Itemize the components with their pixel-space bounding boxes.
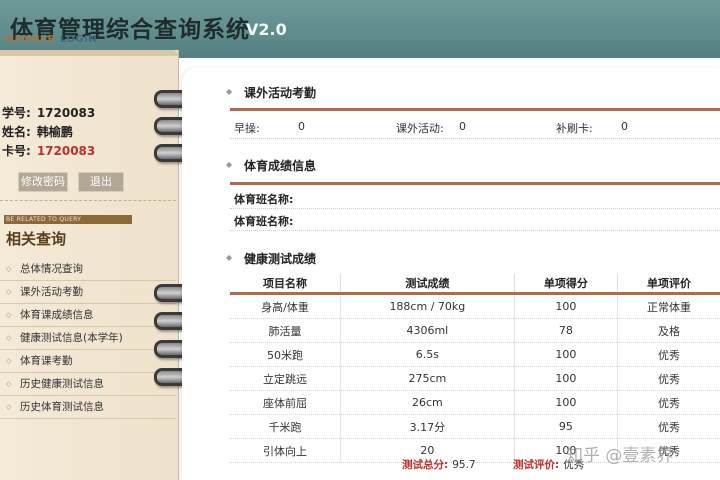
test-total-label: 测试总分: (402, 459, 449, 471)
card-value: 1720083 (36, 144, 96, 158)
nav-item-pe-attendance[interactable]: 体育课考勤 (0, 350, 176, 373)
cell-result: 6.5s (340, 342, 515, 367)
col-item-name: 项目名称 (230, 274, 342, 295)
cell-item: 千米跑 (230, 414, 342, 439)
related-query-nav: 总体情况查询 课外活动考勤 体育课成绩信息 健康测试信息(本学年) 体育课考勤 … (0, 258, 176, 419)
cell-score: 78 (514, 318, 619, 343)
cell-score: 100 (514, 390, 619, 415)
cell-item: 肺活量 (230, 318, 342, 343)
name-row: 姓名: 韩榆鹏 (2, 123, 73, 140)
pe-grades-section-title: 体育成绩信息 (244, 159, 317, 173)
pe-grades-section-line (230, 182, 720, 185)
cell-score: 100 (514, 366, 619, 391)
attendance-section-line (230, 108, 720, 111)
cell-eval: 优秀 (617, 366, 720, 391)
change-password-button[interactable]: 修改密码 (18, 172, 68, 192)
health-test-table: 项目名称 测试成绩 单项得分 单项评价 身高/体重 188cm / 70kg 1… (230, 274, 720, 463)
pe-class-divider (230, 230, 720, 231)
section-bullet-icon: ◆ (226, 160, 233, 169)
cell-item: 立定跳远 (230, 366, 342, 391)
cell-eval: 及格 (617, 318, 720, 343)
test-total-value: 95.7 (452, 459, 476, 471)
related-query-bar: BE RELATED TO QUERY (4, 215, 132, 224)
nav-item-pe-grades[interactable]: 体育课成绩信息 (0, 304, 176, 327)
morning-value: 0 (298, 120, 305, 133)
test-total-summary: 测试总分: 95.7 (402, 457, 476, 472)
nav-item-history-health[interactable]: 历史健康测试信息 (0, 373, 176, 396)
cell-eval: 优秀 (617, 390, 720, 415)
section-bullet-icon: ◆ (226, 253, 233, 262)
cell-result: 275cm (340, 366, 515, 391)
card-label: 卡号: (2, 144, 31, 158)
table-row: 立定跳远 275cm 100 优秀 (230, 366, 720, 391)
table-row: 千米跑 3.17分 95 优秀 (230, 414, 720, 439)
table-row: 肺活量 4306ml 78 及格 (230, 318, 720, 343)
cell-item: 身高/体重 (230, 293, 342, 319)
pe-class-label: 体育班名称: (234, 193, 294, 206)
makeup-label: 补刷卡: (556, 122, 593, 135)
member-login-heading: MEMBER LOGIN (4, 34, 97, 45)
attendance-row-divider (230, 138, 720, 139)
col-item-score: 单项得分 (514, 274, 619, 295)
attendance-section-title: 课外活动考勤 (244, 86, 317, 100)
table-row: 50米跑 6.5s 100 优秀 (230, 342, 720, 367)
app-version: V2.0 (246, 20, 287, 39)
section-bullet-icon: ◆ (226, 87, 233, 96)
student-no-row: 学号: 1720083 (2, 104, 95, 121)
cell-item: 50米跑 (230, 342, 342, 367)
sidebar-divider (0, 200, 176, 201)
activity-label: 课外活动: (396, 122, 444, 135)
table-header-row: 项目名称 测试成绩 单项得分 单项评价 (230, 274, 720, 295)
cell-result: 3.17分 (340, 414, 515, 439)
logout-button[interactable]: 退出 (78, 172, 124, 192)
cell-result: 4306ml (340, 318, 515, 343)
morning-label: 早操: (234, 122, 260, 135)
pe-class-divider (230, 208, 720, 209)
name-label: 姓名: (2, 125, 31, 139)
activity-value: 0 (459, 120, 466, 133)
nav-item-activity-attendance[interactable]: 课外活动考勤 (0, 281, 176, 304)
nav-item-overview[interactable]: 总体情况查询 (0, 258, 176, 281)
cell-eval: 优秀 (617, 414, 720, 439)
nav-item-history-pe[interactable]: 历史体育测试信息 (0, 396, 176, 419)
cell-item: 座体前屈 (230, 390, 342, 415)
name-value: 韩榆鹏 (36, 125, 73, 139)
col-test-result: 测试成绩 (340, 274, 515, 295)
card-row: 卡号: 1720083 (2, 142, 95, 159)
cell-score: 100 (514, 293, 619, 319)
col-item-eval: 单项评价 (617, 274, 720, 295)
cell-eval: 正常体重 (617, 293, 720, 319)
watermark: 知乎 @壹素界 (566, 446, 674, 466)
health-test-section-title: 健康测试成绩 (244, 252, 317, 266)
cell-result: 26cm (340, 390, 515, 415)
cell-item: 引体向上 (230, 438, 342, 463)
student-no-label: 学号: (2, 106, 31, 120)
test-eval-label: 测试评价: (513, 459, 560, 471)
cell-score: 95 (514, 414, 619, 439)
login-heading-text: LOGIN (59, 34, 98, 45)
cell-eval: 优秀 (617, 342, 720, 367)
table-row: 身高/体重 188cm / 70kg 100 正常体重 (230, 293, 720, 319)
makeup-value: 0 (621, 120, 628, 133)
cell-result: 188cm / 70kg (340, 293, 515, 319)
member-heading-text: MEMBER (4, 34, 56, 45)
pe-class-label: 体育班名称: (234, 215, 294, 228)
related-query-title: 相关查询 (6, 230, 67, 248)
table-row: 座体前屈 26cm 100 优秀 (230, 390, 720, 415)
cell-score: 100 (514, 342, 619, 367)
nav-item-health-test[interactable]: 健康测试信息(本学年) (0, 327, 176, 350)
student-no-value: 1720083 (36, 106, 96, 120)
